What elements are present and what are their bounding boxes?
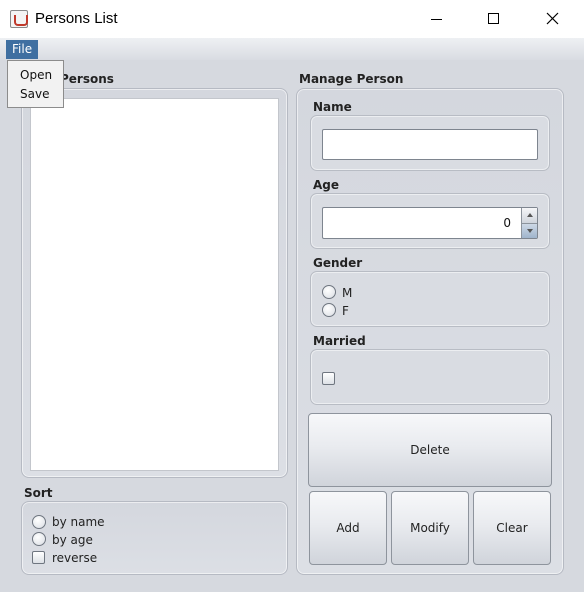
- delete-button[interactable]: Delete: [308, 413, 552, 487]
- gender-f-radio[interactable]: [322, 303, 336, 317]
- menu-item-save[interactable]: Save: [20, 87, 49, 101]
- menu-item-open[interactable]: Open: [20, 68, 52, 82]
- file-menu[interactable]: File: [6, 40, 39, 59]
- age-spinner[interactable]: 0: [322, 207, 538, 239]
- age-increment-button[interactable]: [521, 208, 537, 223]
- reverse-label: reverse: [52, 551, 98, 565]
- minimize-button[interactable]: [413, 0, 459, 38]
- sort-by-age-label: by age: [52, 533, 93, 547]
- maximize-button[interactable]: [470, 0, 516, 38]
- married-label: Married: [313, 334, 366, 348]
- age-label: Age: [313, 178, 340, 192]
- manage-person-title: Manage Person: [299, 72, 404, 86]
- gender-m-label: M: [342, 286, 353, 300]
- window-title: Persons List: [35, 10, 118, 27]
- persons-panel-title: Persons: [60, 72, 114, 86]
- clear-button[interactable]: Clear: [473, 491, 551, 565]
- married-group: [310, 349, 550, 405]
- arrow-up-icon: [527, 213, 533, 217]
- minimize-icon: [431, 19, 442, 20]
- gender-f-label: F: [342, 304, 349, 318]
- persons-list[interactable]: [30, 98, 279, 471]
- married-checkbox[interactable]: [322, 372, 335, 385]
- sort-panel-title: Sort: [24, 486, 53, 500]
- persons-panel: [21, 88, 288, 478]
- sort-by-name-label: by name: [52, 515, 105, 529]
- gender-m-radio[interactable]: [322, 285, 336, 299]
- close-button[interactable]: [530, 0, 576, 38]
- file-dropdown: Open Save: [7, 60, 64, 108]
- reverse-checkbox[interactable]: [32, 551, 45, 564]
- java-app-icon: [10, 10, 28, 28]
- modify-button[interactable]: Modify: [391, 491, 469, 565]
- maximize-icon: [488, 13, 499, 24]
- gender-label: Gender: [313, 256, 363, 270]
- arrow-down-icon: [527, 229, 533, 233]
- name-input[interactable]: [322, 129, 538, 160]
- sort-by-age-radio[interactable]: [32, 532, 46, 546]
- name-label: Name: [313, 100, 352, 114]
- menu-bar: [0, 38, 584, 60]
- sort-by-name-radio[interactable]: [32, 515, 46, 529]
- add-button[interactable]: Add: [309, 491, 387, 565]
- age-value: 0: [503, 216, 511, 230]
- close-icon: [546, 12, 559, 25]
- age-decrement-button[interactable]: [521, 223, 537, 238]
